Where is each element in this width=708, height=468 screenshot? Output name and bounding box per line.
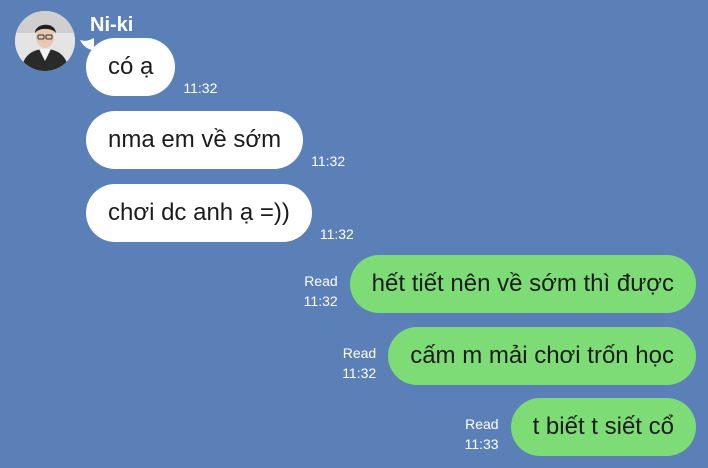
message-outgoing-1: hết tiết nên về sớm thì được Read 11:32 xyxy=(304,255,696,313)
chat-view: Ni-ki có ạ 11:32 nma em về sớm 11:32 chơ… xyxy=(0,0,708,468)
message-incoming-2: nma em về sớm 11:32 xyxy=(86,111,345,169)
message-meta: Read 11:32 xyxy=(342,343,376,383)
message-time: 11:33 xyxy=(464,436,499,452)
message-bubble[interactable]: có ạ xyxy=(86,38,176,96)
message-bubble[interactable]: hết tiết nên về sớm thì được xyxy=(349,255,696,313)
contact-avatar[interactable] xyxy=(15,11,75,71)
message-bubble[interactable]: cấm m mải chơi trốn học xyxy=(388,327,696,385)
message-meta: Read 11:33 xyxy=(465,414,499,454)
message-meta: Read 11:32 xyxy=(304,271,338,311)
avatar-image-icon xyxy=(15,11,75,71)
read-status: Read xyxy=(465,416,499,432)
message-bubble[interactable]: nma em về sớm xyxy=(86,111,304,169)
message-meta: 11:32 xyxy=(320,224,354,244)
contact-name: Ni-ki xyxy=(90,14,134,36)
message-bubble[interactable]: t biết t siết cổ xyxy=(510,398,696,456)
message-meta: 11:32 xyxy=(311,151,345,171)
read-status: Read xyxy=(304,273,338,289)
message-time: 11:32 xyxy=(319,226,354,242)
message-time: 11:32 xyxy=(303,293,338,309)
message-incoming-1: có ạ 11:32 xyxy=(86,38,217,96)
message-time: 11:32 xyxy=(183,80,218,96)
message-time: 11:32 xyxy=(311,153,346,169)
message-bubble[interactable]: chơi dc anh ạ =)) xyxy=(86,184,312,242)
message-meta: 11:32 xyxy=(183,78,217,98)
message-incoming-3: chơi dc anh ạ =)) 11:32 xyxy=(86,184,354,242)
read-status: Read xyxy=(342,345,377,361)
message-time: 11:32 xyxy=(342,365,377,381)
message-outgoing-2: cấm m mải chơi trốn học Read 11:32 xyxy=(342,327,696,385)
message-outgoing-3: t biết t siết cổ Read 11:33 xyxy=(465,398,696,456)
